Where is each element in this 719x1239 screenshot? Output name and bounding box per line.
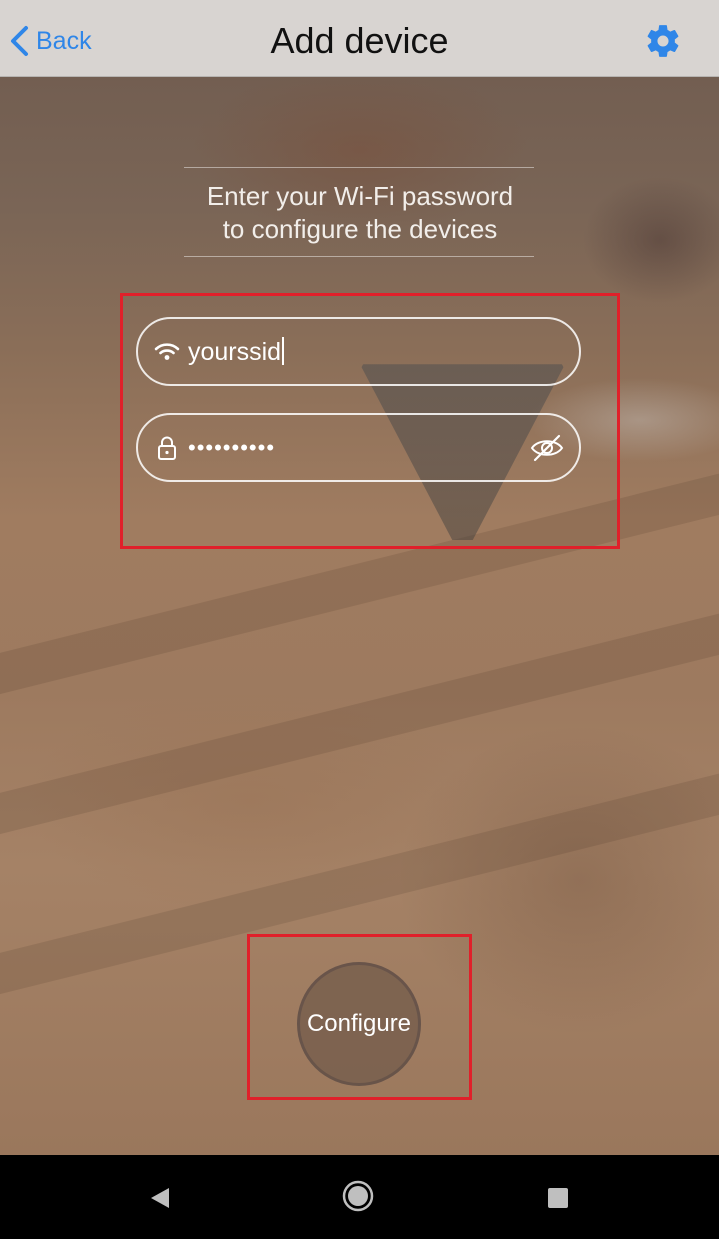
instruction-line-2: to configure the devices: [222, 214, 498, 244]
lock-icon: [158, 436, 176, 460]
password-value: ••••••••••: [188, 435, 276, 460]
password-input[interactable]: ••••••••••: [136, 413, 581, 482]
nav-back-icon[interactable]: [148, 1186, 172, 1210]
instruction-text: Enter your Wi-Fi password to configure t…: [130, 180, 590, 246]
configure-label: Configure: [306, 1010, 412, 1037]
page-title: Add device: [270, 20, 449, 61]
ssid-input[interactable]: yourssid: [136, 317, 581, 386]
divider-top: [184, 167, 534, 168]
app-header: Back Add device: [0, 0, 719, 77]
eye-off-icon[interactable]: [529, 433, 565, 463]
wifi-icon: [154, 342, 180, 360]
instruction-line-1: Enter your Wi-Fi password: [206, 181, 514, 211]
ssid-value: yourssid: [188, 337, 284, 367]
nav-recent-icon[interactable]: [547, 1187, 569, 1209]
gear-icon[interactable]: [644, 22, 682, 60]
nav-home-icon[interactable]: [342, 1180, 374, 1212]
configure-button[interactable]: Configure: [297, 962, 421, 1086]
divider-bottom: [184, 256, 534, 257]
